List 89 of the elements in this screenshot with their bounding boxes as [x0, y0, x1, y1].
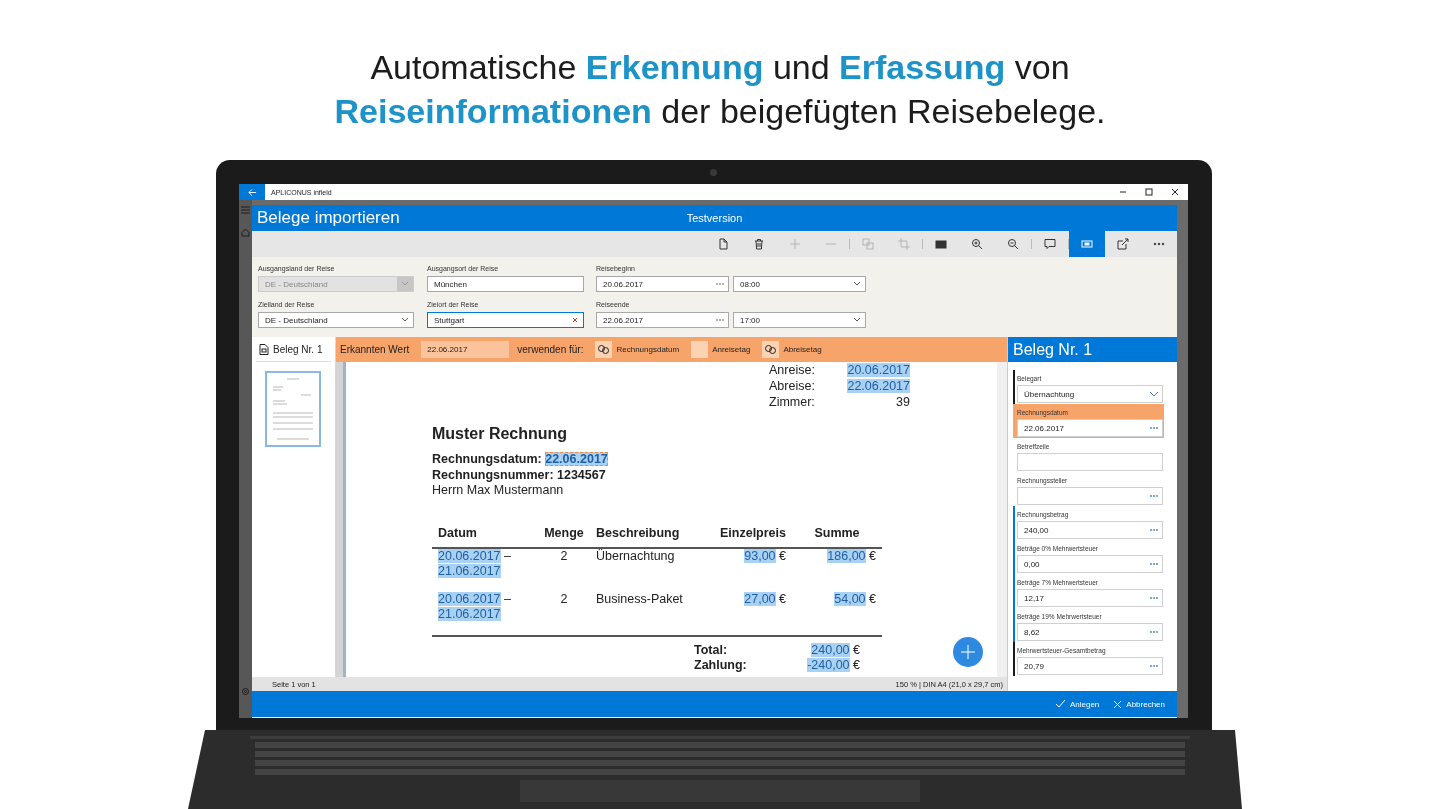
document-text: 2	[560, 591, 568, 606]
picker-field[interactable]: 240,00	[1017, 521, 1163, 539]
highlighted-value: 20.06.2017	[438, 591, 501, 606]
headline: Automatische Erkennung und Erfassung von Reiseinformationen der beigefügten Reisebelege.	[334, 47, 1106, 132]
document-text: 39	[896, 395, 910, 409]
date-field[interactable]: 20.06.2017	[596, 276, 729, 292]
chevron-down-icon	[397, 277, 413, 291]
picker-field[interactable]: 12,17	[1017, 589, 1163, 607]
speech-bubble-icon	[1044, 238, 1056, 250]
check-icon	[1054, 699, 1066, 709]
screen-icon	[1081, 238, 1093, 250]
export-icon	[1117, 238, 1129, 250]
picker-field[interactable]: 20,79	[1017, 657, 1163, 675]
close-icon	[1171, 188, 1179, 196]
column-header: Menge	[538, 524, 590, 549]
column-header: Beschreibung	[590, 524, 702, 549]
document-text: Business-Paket	[596, 591, 683, 606]
document-text: €	[869, 548, 876, 563]
document-text: Rechnungsdatum:	[432, 452, 542, 466]
plus-icon	[789, 238, 801, 250]
highlighted-value: 54,00	[834, 591, 866, 606]
document-icon	[717, 238, 729, 250]
home-icon[interactable]	[241, 228, 250, 237]
document-text: €	[869, 591, 876, 606]
zoom-in-icon	[971, 238, 983, 250]
crop-icon	[898, 238, 910, 250]
document-text: Anreise:	[769, 362, 816, 378]
highlighted-value: 27,00	[744, 591, 776, 606]
action-button[interactable]: Anlegen	[1054, 699, 1100, 709]
dialog-title: Belege importieren	[256, 208, 400, 228]
zoom-out-icon	[1007, 238, 1019, 250]
highlighted-value: 20.06.2017	[847, 363, 910, 377]
recognized-value-field: 22.06.2017	[421, 341, 510, 358]
rectangle-icon	[935, 238, 947, 250]
date-field[interactable]: 22.06.2017	[596, 312, 729, 328]
action-button[interactable]: Abbrechen	[1113, 699, 1165, 709]
menu-icon[interactable]	[241, 206, 250, 214]
document-text: €	[779, 548, 786, 563]
highlighted-value: -240,00	[807, 658, 850, 672]
dropdown[interactable]: DE - Deutschland	[258, 312, 414, 328]
pane-title: Beleg Nr. 1	[273, 343, 323, 355]
highlighted-value: 22.06.2017	[847, 379, 910, 393]
input-field[interactable]	[1017, 453, 1163, 471]
minimize-icon	[1119, 188, 1127, 196]
document-text: Zimmer:	[769, 394, 816, 410]
document-text: Rechnungsnummer: 1234567	[432, 467, 606, 482]
thumbnail-drawing[interactable]	[265, 371, 321, 447]
picker-field[interactable]	[1017, 487, 1163, 505]
highlighted-value: 21.06.2017	[438, 564, 501, 578]
document-text: €	[779, 591, 786, 606]
panel-title: Beleg Nr. 1	[1008, 337, 1177, 362]
document-text: €	[853, 642, 860, 657]
document-text: –	[504, 591, 511, 606]
highlighted-value: 21.06.2017	[438, 607, 501, 621]
dialog-subtitle: Testversion	[686, 212, 743, 224]
document-icon	[259, 343, 269, 355]
webcam-dot	[710, 169, 717, 176]
back-button[interactable]	[239, 184, 265, 200]
dropdown[interactable]: 17:00	[733, 312, 866, 328]
dropdown[interactable]: Übernachtung	[1017, 385, 1163, 403]
maximize-icon	[1145, 188, 1153, 196]
highlighted-value: 240,00	[811, 642, 850, 657]
use-for-button[interactable]: Rechnungsdatum	[595, 341, 680, 358]
arrow-left-icon	[247, 187, 257, 197]
use-for-button[interactable]: Abreisetag	[762, 341, 822, 358]
plus-icon	[959, 643, 977, 661]
document-text: Übernachtung	[596, 548, 675, 563]
document-text: Herrn Max Mustermann	[432, 483, 564, 497]
input-field[interactable]: Stuttgart	[427, 312, 584, 328]
bar-label: Erkannten Wert	[340, 344, 410, 355]
document-text: Total:	[694, 642, 729, 658]
use-for-button[interactable]: Anreisetag	[691, 341, 751, 358]
input-field[interactable]: München	[427, 276, 584, 292]
picker-field[interactable]: 0,00	[1017, 555, 1163, 573]
copy-icon	[862, 238, 874, 250]
document-text: Zahlung:	[694, 658, 748, 674]
gear-icon[interactable]	[241, 687, 250, 696]
document-text: €	[853, 658, 860, 672]
dropdown[interactable]: 08:00	[733, 276, 866, 292]
trash-icon	[753, 238, 765, 250]
picker-field[interactable]: 8,62	[1017, 623, 1163, 641]
document-text: Abreise:	[769, 378, 816, 394]
document-title: Muster Rechnung	[432, 425, 569, 443]
close-icon	[1113, 699, 1123, 709]
bar-label: verwenden für:	[517, 344, 584, 355]
highlighted-value: 22.06.2017	[545, 452, 608, 466]
picker-field[interactable]: 22.06.2017	[1017, 419, 1163, 437]
document-text: –	[504, 548, 511, 563]
document-text: 2	[560, 548, 568, 563]
